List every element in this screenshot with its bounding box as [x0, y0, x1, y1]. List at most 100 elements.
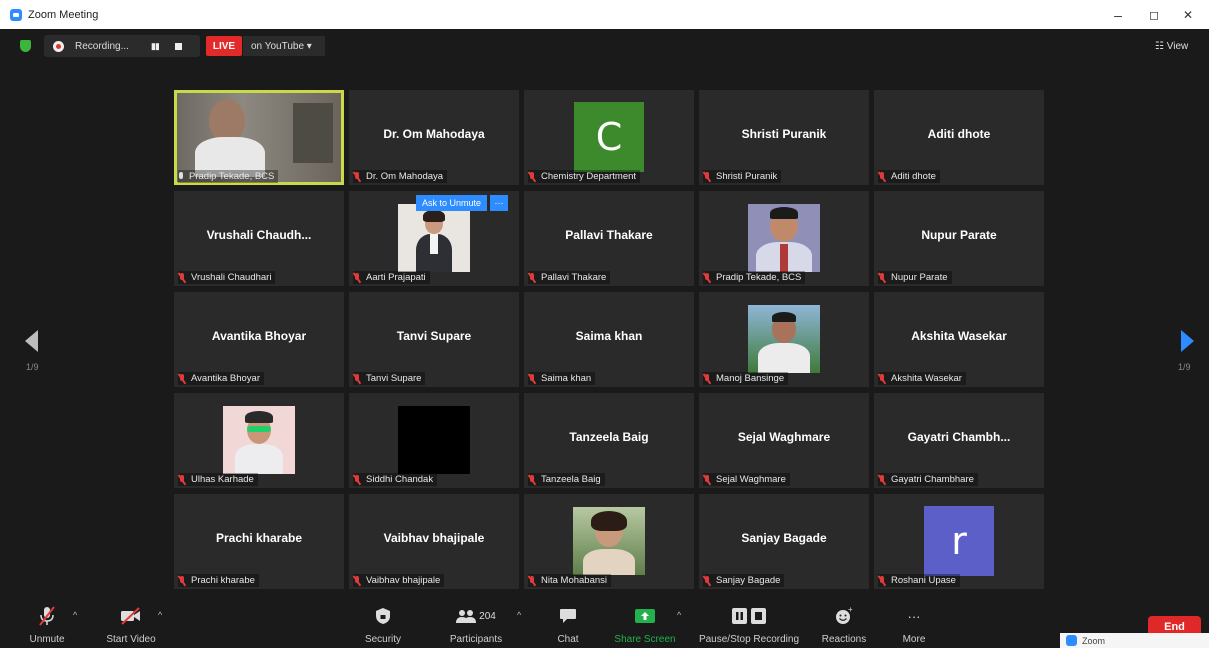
audio-options-caret-icon[interactable]: ^ — [73, 610, 77, 620]
participant-tile[interactable]: Tanvi Supare Tanvi Supare — [349, 292, 519, 387]
title-bar: Zoom Meeting – ◻ ✕ — [0, 0, 1209, 29]
participant-name: Chemistry Department — [541, 171, 637, 182]
participant-name-label: Aditi dhote — [878, 170, 940, 183]
start-video-button[interactable]: Start Video — [100, 600, 162, 648]
participant-tile[interactable]: Shristi Puranik Shristi Puranik — [699, 90, 869, 185]
maximize-button[interactable]: ◻ — [1136, 0, 1172, 29]
participant-name: Aditi dhote — [891, 171, 936, 182]
participants-caret-icon[interactable]: ^ — [517, 610, 521, 620]
participant-name-label: Pradip Tekade, BCS — [178, 170, 279, 183]
view-button[interactable]: ☷ View — [1155, 36, 1203, 56]
participants-count: 204 — [479, 610, 496, 622]
participant-name-label: Nita Mohabansi — [528, 574, 612, 587]
participant-tile[interactable]: Nupur Parate Nupur Parate — [874, 191, 1044, 286]
minimize-button[interactable]: – — [1100, 0, 1136, 29]
security-label: Security — [364, 634, 402, 645]
page-indicator-right: 1/9 — [1178, 362, 1191, 372]
participant-name-label: Aarti Prajapati — [353, 271, 430, 284]
page-indicator-left: 1/9 — [26, 362, 39, 372]
live-stream-dropdown[interactable]: on YouTube ▾ — [243, 36, 325, 56]
participant-name-label: Siddhi Chandak — [353, 473, 438, 486]
ask-to-unmute-button[interactable]: Ask to Unmute — [416, 195, 488, 211]
participant-name: Ulhas Karhade — [191, 474, 254, 485]
participant-name: Shristi Puranik — [716, 171, 778, 182]
participant-photo — [223, 406, 295, 474]
muted-mic-icon — [878, 373, 886, 384]
share-options-caret-icon[interactable]: ^ — [677, 610, 681, 620]
close-button[interactable]: ✕ — [1170, 0, 1206, 29]
video-off-icon — [120, 604, 142, 628]
muted-mic-icon — [528, 474, 536, 485]
participant-tile[interactable]: Prachi kharabe Prachi kharabe — [174, 494, 344, 589]
participant-tile[interactable]: Vaibhav bhajipale Vaibhav bhajipale — [349, 494, 519, 589]
muted-mic-icon — [703, 272, 711, 283]
pause-stop-icon — [732, 604, 766, 628]
share-screen-button[interactable]: Share Screen — [612, 600, 678, 648]
stop-recording-icon[interactable] — [174, 42, 182, 50]
muted-mic-icon — [878, 474, 886, 485]
participant-tile[interactable]: Avantika Bhoyar Avantika Bhoyar — [174, 292, 344, 387]
participant-avatar: r — [924, 506, 994, 576]
participant-tile[interactable]: r Roshani Upase — [874, 494, 1044, 589]
participant-name-label: Vaibhav bhajipale — [353, 574, 445, 587]
participant-tile[interactable]: Nita Mohabansi — [524, 494, 694, 589]
participant-tile[interactable]: Manoj Bansinge — [699, 292, 869, 387]
participant-tile[interactable]: Sejal Waghmare Sejal Waghmare — [699, 393, 869, 488]
participant-display-name: Shristi Puranik — [741, 127, 827, 141]
next-page-icon[interactable] — [1181, 330, 1194, 352]
participant-avatar: C — [574, 102, 644, 172]
participant-name-label: Akshita Wasekar — [878, 372, 966, 385]
participant-more-button[interactable]: ··· — [490, 195, 509, 211]
share-screen-icon — [635, 604, 655, 628]
security-button[interactable]: Security — [360, 600, 406, 648]
participant-tile[interactable]: Sanjay Bagade Sanjay Bagade — [699, 494, 869, 589]
participant-tile[interactable]: Aditi dhote Aditi dhote — [874, 90, 1044, 185]
reactions-label: Reactions — [821, 634, 867, 645]
muted-mic-icon — [528, 171, 536, 182]
muted-mic-icon — [528, 575, 536, 586]
participant-name: Gayatri Chambhare — [891, 474, 974, 485]
pause-stop-recording-button[interactable]: Pause/Stop Recording — [694, 600, 804, 648]
participant-name: Aarti Prajapati — [366, 272, 426, 283]
participant-tile[interactable]: Saima khan Saima khan — [524, 292, 694, 387]
live-badge: LIVE — [206, 36, 242, 56]
participant-name: Roshani Upase — [891, 575, 956, 586]
previous-page-icon[interactable] — [25, 330, 38, 352]
more-button[interactable]: ··· More — [896, 600, 932, 648]
participant-name: Sanjay Bagade — [716, 575, 781, 586]
participant-tile[interactable]: Vrushali Chaudh... Vrushali Chaudhari — [174, 191, 344, 286]
participant-tile[interactable]: Gayatri Chambh... Gayatri Chambhare — [874, 393, 1044, 488]
participant-tile[interactable]: Pallavi Thakare Pallavi Thakare — [524, 191, 694, 286]
participant-tile[interactable]: Pradip Tekade, BCS — [699, 191, 869, 286]
participant-display-name: Vrushali Chaudh... — [206, 228, 312, 242]
participant-name-label: Nupur Parate — [878, 271, 952, 284]
participant-tile[interactable]: C Chemistry Department — [524, 90, 694, 185]
reactions-button[interactable]: + Reactions — [818, 600, 870, 648]
participant-display-name: Dr. Om Mahodaya — [383, 127, 485, 141]
participant-tile[interactable]: Pradip Tekade, BCS — [174, 90, 344, 185]
zoom-taskbar-popup[interactable]: Zoom — [1060, 633, 1209, 648]
participant-name-label: Tanvi Supare — [353, 372, 426, 385]
participant-tile[interactable]: Tanzeela Baig Tanzeela Baig — [524, 393, 694, 488]
participant-tile[interactable]: Ulhas Karhade — [174, 393, 344, 488]
muted-mic-icon — [178, 272, 186, 283]
muted-mic-icon — [353, 474, 361, 485]
participant-name-label: Shristi Puranik — [703, 170, 782, 183]
chat-button[interactable]: Chat — [552, 600, 584, 648]
mic-icon — [178, 171, 184, 182]
participant-display-name: Akshita Wasekar — [911, 329, 1007, 343]
participant-name-label: Vrushali Chaudhari — [178, 271, 276, 284]
participant-tile[interactable]: Dr. Om Mahodaya Dr. Om Mahodaya — [349, 90, 519, 185]
video-options-caret-icon[interactable]: ^ — [158, 610, 162, 620]
participant-tile[interactable]: Akshita Wasekar Akshita Wasekar — [874, 292, 1044, 387]
unmute-button[interactable]: Unmute — [24, 600, 70, 648]
participant-tile[interactable]: Siddhi Chandak — [349, 393, 519, 488]
participants-label: Participants — [449, 634, 503, 645]
pause-recording-icon[interactable]: ▮▮ — [151, 41, 160, 52]
participant-display-name: Sanjay Bagade — [741, 531, 827, 545]
participants-button[interactable]: 204 Participants — [444, 600, 508, 648]
encryption-shield-icon[interactable] — [20, 40, 31, 52]
zoom-app-icon — [1066, 635, 1077, 646]
participant-name-label: Chemistry Department — [528, 170, 641, 183]
participant-name: Pradip Tekade, BCS — [189, 171, 275, 182]
